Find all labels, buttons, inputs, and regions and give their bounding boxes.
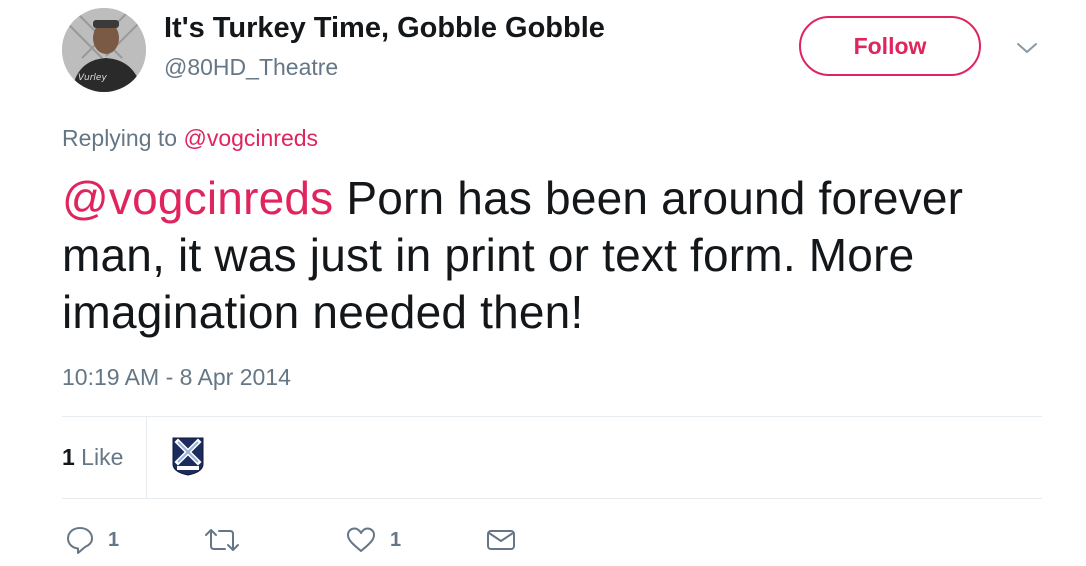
author-display-name[interactable]: It's Turkey Time, Gobble Gobble [164,12,605,45]
likes-stat-link[interactable]: 1 Like [62,444,123,471]
author-avatar[interactable]: Vurley [62,8,146,92]
chevron-down-icon[interactable] [1014,38,1040,58]
tweet-timestamp[interactable]: 10:19 AM - 8 Apr 2014 [62,364,291,391]
reply-count: 1 [108,528,120,551]
author-handle[interactable]: @80HD_Theatre [164,54,338,81]
liker-avatar[interactable] [170,436,206,476]
replying-to-link[interactable]: @vogcinreds [183,125,318,151]
author-avatar-image: Vurley [62,8,146,92]
tweet-text: @vogcinreds Porn has been around forever… [62,170,1052,341]
likes-stat-label: Like [74,444,124,470]
retweet-action[interactable] [204,522,254,558]
tweet-mention-link[interactable]: @vogcinreds [62,172,333,224]
heart-icon [347,527,375,552]
replying-to-prefix: Replying to [62,125,178,151]
reply-action[interactable]: 1 [66,522,119,558]
replying-to-line: Replying to @vogcinreds [62,125,318,152]
likes-stat-count: 1 [62,444,75,470]
like-action[interactable]: 1 [346,522,401,558]
retweet-icon [205,529,239,551]
direct-message-action[interactable] [486,522,516,558]
stats-separator [146,416,147,498]
divider-bottom [62,498,1042,499]
reply-icon [67,527,93,554]
avatar-shirt-text: Vurley [78,73,107,83]
follow-button[interactable]: Follow [799,16,981,76]
tweet-stats: 1 Like [62,416,1042,498]
like-count: 1 [390,528,402,551]
envelope-icon [487,530,515,550]
